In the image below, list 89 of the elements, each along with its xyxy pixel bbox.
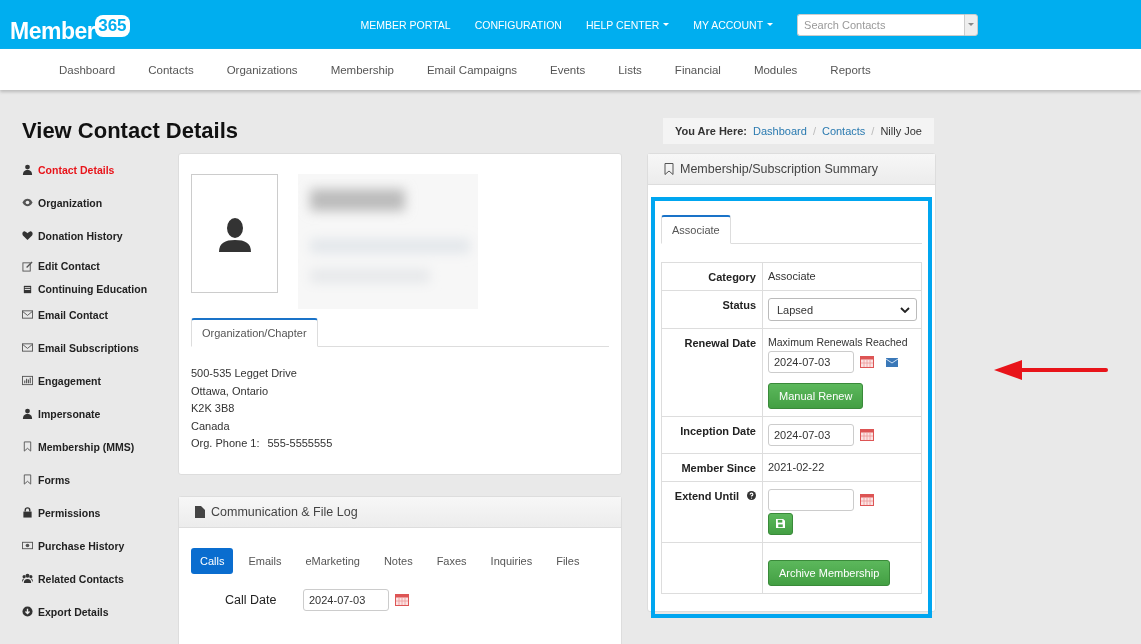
nav-link[interactable]: Lists: [618, 63, 642, 76]
breadcrumb-link[interactable]: Dashboard: [753, 125, 807, 137]
sidebar-item[interactable]: Membership (MMS): [22, 430, 178, 463]
calendar-icon[interactable]: [860, 494, 874, 506]
document-icon: [195, 506, 205, 518]
sidebar-item[interactable]: Permissions: [22, 496, 178, 529]
sidebar-item[interactable]: Impersonate: [22, 397, 178, 430]
sidebar-item[interactable]: Email Subscriptions: [22, 331, 178, 364]
dropdown-button[interactable]: [964, 13, 979, 36]
tab[interactable]: Associate: [661, 215, 731, 244]
renewal-note: Maximum Renewals Reached: [768, 336, 909, 348]
bookmark-icon: [22, 474, 33, 485]
nav-link[interactable]: Dashboard: [59, 63, 116, 76]
chevron-icon: [900, 306, 910, 313]
phone-label: Org. Phone 1:: [191, 436, 260, 452]
heart-icon: [22, 230, 33, 241]
money-icon: [22, 540, 33, 551]
address-line: 500-535 Legget Drive: [191, 366, 298, 381]
tab[interactable]: Emails: [239, 548, 291, 574]
nav-link[interactable]: Events: [550, 63, 586, 76]
nav-link[interactable]: Membership: [330, 63, 394, 76]
tab[interactable]: Calls: [191, 548, 234, 574]
person-icon: [22, 408, 33, 419]
panel-title: Membership/Subscription Summary: [680, 162, 878, 176]
sidebar-item[interactable]: Purchase History: [22, 529, 178, 562]
breadcrumb-separator: /: [812, 125, 816, 137]
sidebar-item[interactable]: Donation History: [22, 219, 178, 252]
date-field[interactable]: 2024-07-03: [768, 351, 854, 373]
envelope-icon: [22, 342, 33, 353]
tab[interactable]: Organization/Chapter: [191, 318, 318, 347]
calendar-icon[interactable]: [395, 594, 409, 606]
bookmark-icon: [22, 441, 33, 452]
tab[interactable]: Files: [547, 548, 589, 574]
date-field[interactable]: 2024-07-03: [768, 424, 854, 446]
edit-icon: [22, 260, 33, 272]
envelope-icon: [22, 309, 33, 320]
nav-link[interactable]: Contacts: [148, 63, 194, 76]
field-label: Call Date: [225, 593, 278, 607]
nav-link[interactable]: Email Campaigns: [426, 63, 518, 76]
breadcrumb-link[interactable]: Contacts: [821, 125, 866, 137]
tab[interactable]: Faxes: [427, 548, 476, 574]
nav-link[interactable]: Reports: [830, 63, 871, 76]
row-label: Extend Until: [674, 490, 739, 502]
row-label: Member Since: [681, 462, 756, 474]
date-field[interactable]: [768, 489, 854, 511]
row-label: Status: [722, 299, 756, 311]
nav-link[interactable]: Organizations: [226, 63, 298, 76]
address-line: Canada: [191, 418, 231, 434]
envelope-icon[interactable]: [886, 357, 898, 367]
person-icon: [22, 164, 33, 175]
sidebar-item[interactable]: Engagement: [22, 364, 178, 397]
breadcrumb-label: You Are Here:: [674, 125, 748, 137]
address-line: K2K 3B8: [191, 401, 236, 417]
calendar-icon[interactable]: [860, 356, 874, 368]
calendar-icon[interactable]: [860, 429, 874, 441]
row-label: Renewal Date: [684, 337, 756, 349]
nav-link[interactable]: Financial: [674, 63, 721, 76]
breadcrumb-current: Nilly Joe: [880, 125, 922, 137]
tab[interactable]: Notes: [374, 548, 422, 574]
status-dropdown[interactable]: Lapsed: [768, 298, 917, 321]
sidebar-item[interactable]: Contact Details: [22, 153, 178, 186]
save-button[interactable]: [768, 513, 793, 535]
book-icon: [22, 283, 33, 295]
page-title: View Contact Details: [22, 118, 238, 144]
row-value: 2021-02-22: [768, 461, 825, 473]
nav-link[interactable]: Modules: [753, 63, 798, 76]
breadcrumb-separator: /: [871, 125, 875, 137]
sidebar-item[interactable]: Forms: [22, 463, 178, 496]
panel-title: Communication & File Log: [211, 505, 358, 519]
tab[interactable]: Inquiries: [481, 548, 542, 574]
date-field[interactable]: 2024-07-03: [303, 589, 389, 611]
help-icon[interactable]: [747, 491, 756, 500]
download-icon: [22, 606, 33, 617]
bookmark-icon: [664, 163, 674, 175]
address-line: Ottawa, Ontario: [191, 383, 270, 399]
chart-icon: [22, 375, 33, 386]
sidebar-item[interactable]: Organization: [22, 186, 178, 219]
row-label: Inception Date: [680, 425, 756, 437]
eye-icon: [22, 197, 33, 208]
search-field[interactable]: Search Contacts: [797, 13, 965, 36]
tab[interactable]: eMarketing: [296, 548, 369, 574]
sidebar-item[interactable]: Export Details: [22, 595, 178, 628]
save-icon: [776, 519, 785, 528]
row-label: Category: [708, 271, 756, 283]
group-icon: [22, 573, 33, 584]
row-value: Associate: [768, 270, 816, 282]
sidebar-item[interactable]: Related Contacts: [22, 562, 178, 595]
lock-icon: [22, 507, 33, 518]
phone-value: 555-5555555: [267, 436, 333, 452]
